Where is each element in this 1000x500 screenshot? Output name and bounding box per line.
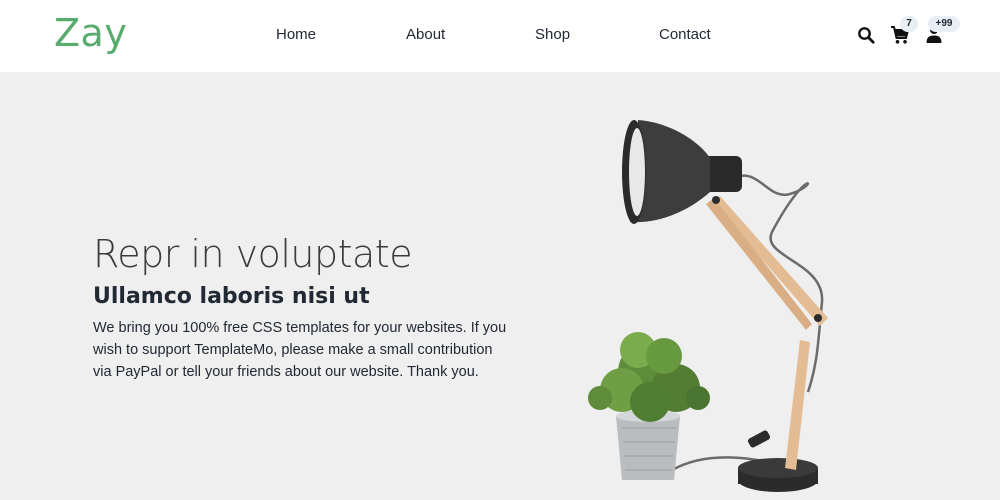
nav-link-contact[interactable]: Contact	[659, 26, 711, 43]
plant-foliage	[588, 332, 710, 422]
hero-banner: Repr in voluptate Ullamco laboris nisi u…	[0, 72, 1000, 500]
cart-count-badge: 7	[900, 16, 918, 32]
lamp-upper-arm	[712, 196, 828, 326]
lamp-switch	[747, 430, 771, 448]
lamp-head-joint	[712, 196, 720, 204]
lamp-base-top	[738, 458, 818, 478]
hero-description: We bring you 100% free CSS templates for…	[93, 320, 507, 380]
lamp-bulb	[629, 128, 645, 216]
lamp-cable	[739, 174, 824, 393]
nav-link-home[interactable]: Home	[276, 26, 316, 43]
hero-subtitle: Ullamco laboris nisi ut	[93, 284, 370, 309]
site-logo[interactable]: Zay	[54, 11, 127, 55]
hero-image	[588, 120, 828, 492]
site-header: Zay Home About Shop Contact 7 +99	[0, 0, 1000, 72]
nav-link-about[interactable]: About	[406, 26, 445, 43]
search-icon[interactable]	[857, 26, 875, 44]
user-notification-badge: +99	[928, 16, 960, 32]
hero-title: Repr in voluptate	[93, 232, 413, 276]
nav-link-shop[interactable]: Shop	[535, 26, 570, 43]
lamp-lower-arm	[785, 340, 810, 470]
lamp-joint	[814, 314, 822, 322]
